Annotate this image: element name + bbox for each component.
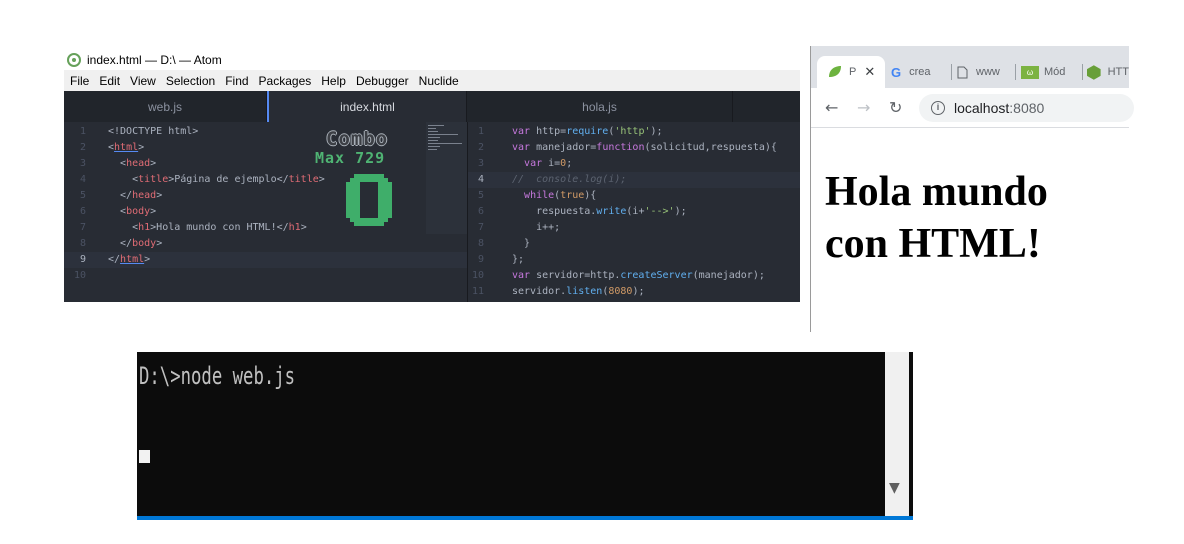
browser-tab[interactable]: www [957,56,1013,88]
page-icon [957,66,968,78]
reload-icon[interactable]: ↻ [889,98,902,117]
console-command: D:\>node web.js [139,362,296,390]
menu-file[interactable]: File [64,74,94,88]
tab-web-js[interactable]: web.js [64,91,267,122]
browser-window: P ✕ G crea www ω Mód HTT ← → ↻ i localho… [810,46,1134,332]
code-line: 2 <html> [79,142,145,153]
console-scrollbar[interactable]: ▼ [885,352,909,520]
browser-tab-label: P [849,66,857,78]
browser-tab[interactable]: ω Mód [1021,56,1081,88]
browser-tab-label: www [976,66,1000,78]
address-bar[interactable]: i localhost:8080 [919,94,1134,122]
browser-tab-strip: P ✕ G crea www ω Mód HTT [811,46,1129,88]
code-line: 2 var manejador=function(solicitud,respue… [477,142,777,153]
close-tab-icon[interactable]: ✕ [864,64,875,80]
pixel-digit-zero [346,174,392,226]
console-cursor [139,450,150,463]
code-line: 3 var i=0; [477,158,573,169]
browser-viewport: Hola mundo con HTML! [811,128,1129,332]
google-icon: G [891,64,902,80]
tab-bar-empty [733,91,800,122]
menu-nuclide[interactable]: Nuclide [414,74,464,88]
browser-tab-label: Mód [1044,66,1066,78]
menu-debugger[interactable]: Debugger [351,74,414,88]
code-line: 7 i++; [477,222,561,233]
browser-tab[interactable]: HTT [1087,56,1129,88]
code-line: 10 var servidor=http.createServer(manejad… [471,270,765,281]
menu-packages[interactable]: Packages [254,74,317,88]
code-line: 5 </head> [79,190,163,201]
spring-leaf-icon [829,66,841,77]
url-host: localhost [954,100,1010,116]
browser-toolbar: ← → ↻ i localhost:8080 [811,88,1134,128]
browser-tab-label: crea [909,66,931,78]
code-line: 9}; [477,254,525,265]
forward-arrow-icon[interactable]: → [857,98,870,117]
code-line: 10 [73,270,86,281]
browser-tab-label: HTT [1107,66,1129,78]
browser-tab[interactable]: G crea [891,56,949,88]
node-hex-icon [1087,64,1101,80]
combo-max-label: Max 729 [315,149,386,167]
menu-view[interactable]: View [125,74,161,88]
tab-hola-js[interactable]: hola.js [467,91,733,122]
editor-tab-bar: web.js index.html hola.js [64,91,800,122]
window-title: index.html — D:\ — Atom [87,53,222,67]
menu-help[interactable]: Help [316,74,351,88]
menu-edit[interactable]: Edit [94,74,125,88]
code-line: 8 } [477,238,531,249]
code-line-current: 9 </html> [64,252,467,268]
atom-logo-icon [67,53,81,67]
code-line: 6 respuesta.write(i+'-->'); [477,206,687,217]
modulo-icon: ω [1021,65,1039,79]
combo-label: Combo [326,128,389,150]
code-line: 11 servidor.listen(8080); [471,286,645,297]
menu-bar: File Edit View Selection Find Packages H… [64,70,800,91]
code-line: 1 var http=require('http'); [477,126,663,137]
editor-pane-hola-js[interactable]: 1 var http=require('http'); 2 var manejado… [467,122,800,302]
url-port: :8080 [1009,100,1045,116]
combo-count-digit [346,174,392,226]
code-line: 8 </body> [79,238,163,249]
editor-pane-index-html[interactable]: 1 <!DOCTYPE html> 2 <html> 3 <head> 4 <tit… [64,122,467,302]
code-line: 4 <title>Página de ejemplo</title> [79,174,325,185]
scroll-down-arrow-icon[interactable]: ▼ [889,480,900,496]
menu-find[interactable]: Find [220,74,253,88]
back-arrow-icon[interactable]: ← [825,98,838,117]
page-heading: Hola mundo con HTML! [825,169,1048,267]
menu-selection[interactable]: Selection [161,74,220,88]
console-window: D:\>node web.js ▼ [137,352,913,520]
code-line: 3 <head> [79,158,157,169]
code-line-current: 4// console.log(i); [468,172,800,188]
atom-titlebar: index.html — D:\ — Atom [64,50,800,70]
minimap[interactable] [426,122,467,234]
code-line: 1 <!DOCTYPE html> [79,126,199,137]
code-line: 7 <h1>Hola mundo con HTML!</h1> [79,222,307,233]
code-line: 6 <body> [79,206,157,217]
atom-window: index.html — D:\ — Atom File Edit View S… [64,50,800,302]
code-line: 5 while(true){ [477,190,597,201]
console-bottom-border [137,516,913,520]
browser-tab-active[interactable]: P ✕ [817,56,885,88]
info-icon[interactable]: i [931,101,945,115]
tab-index-html[interactable]: index.html [267,91,467,122]
